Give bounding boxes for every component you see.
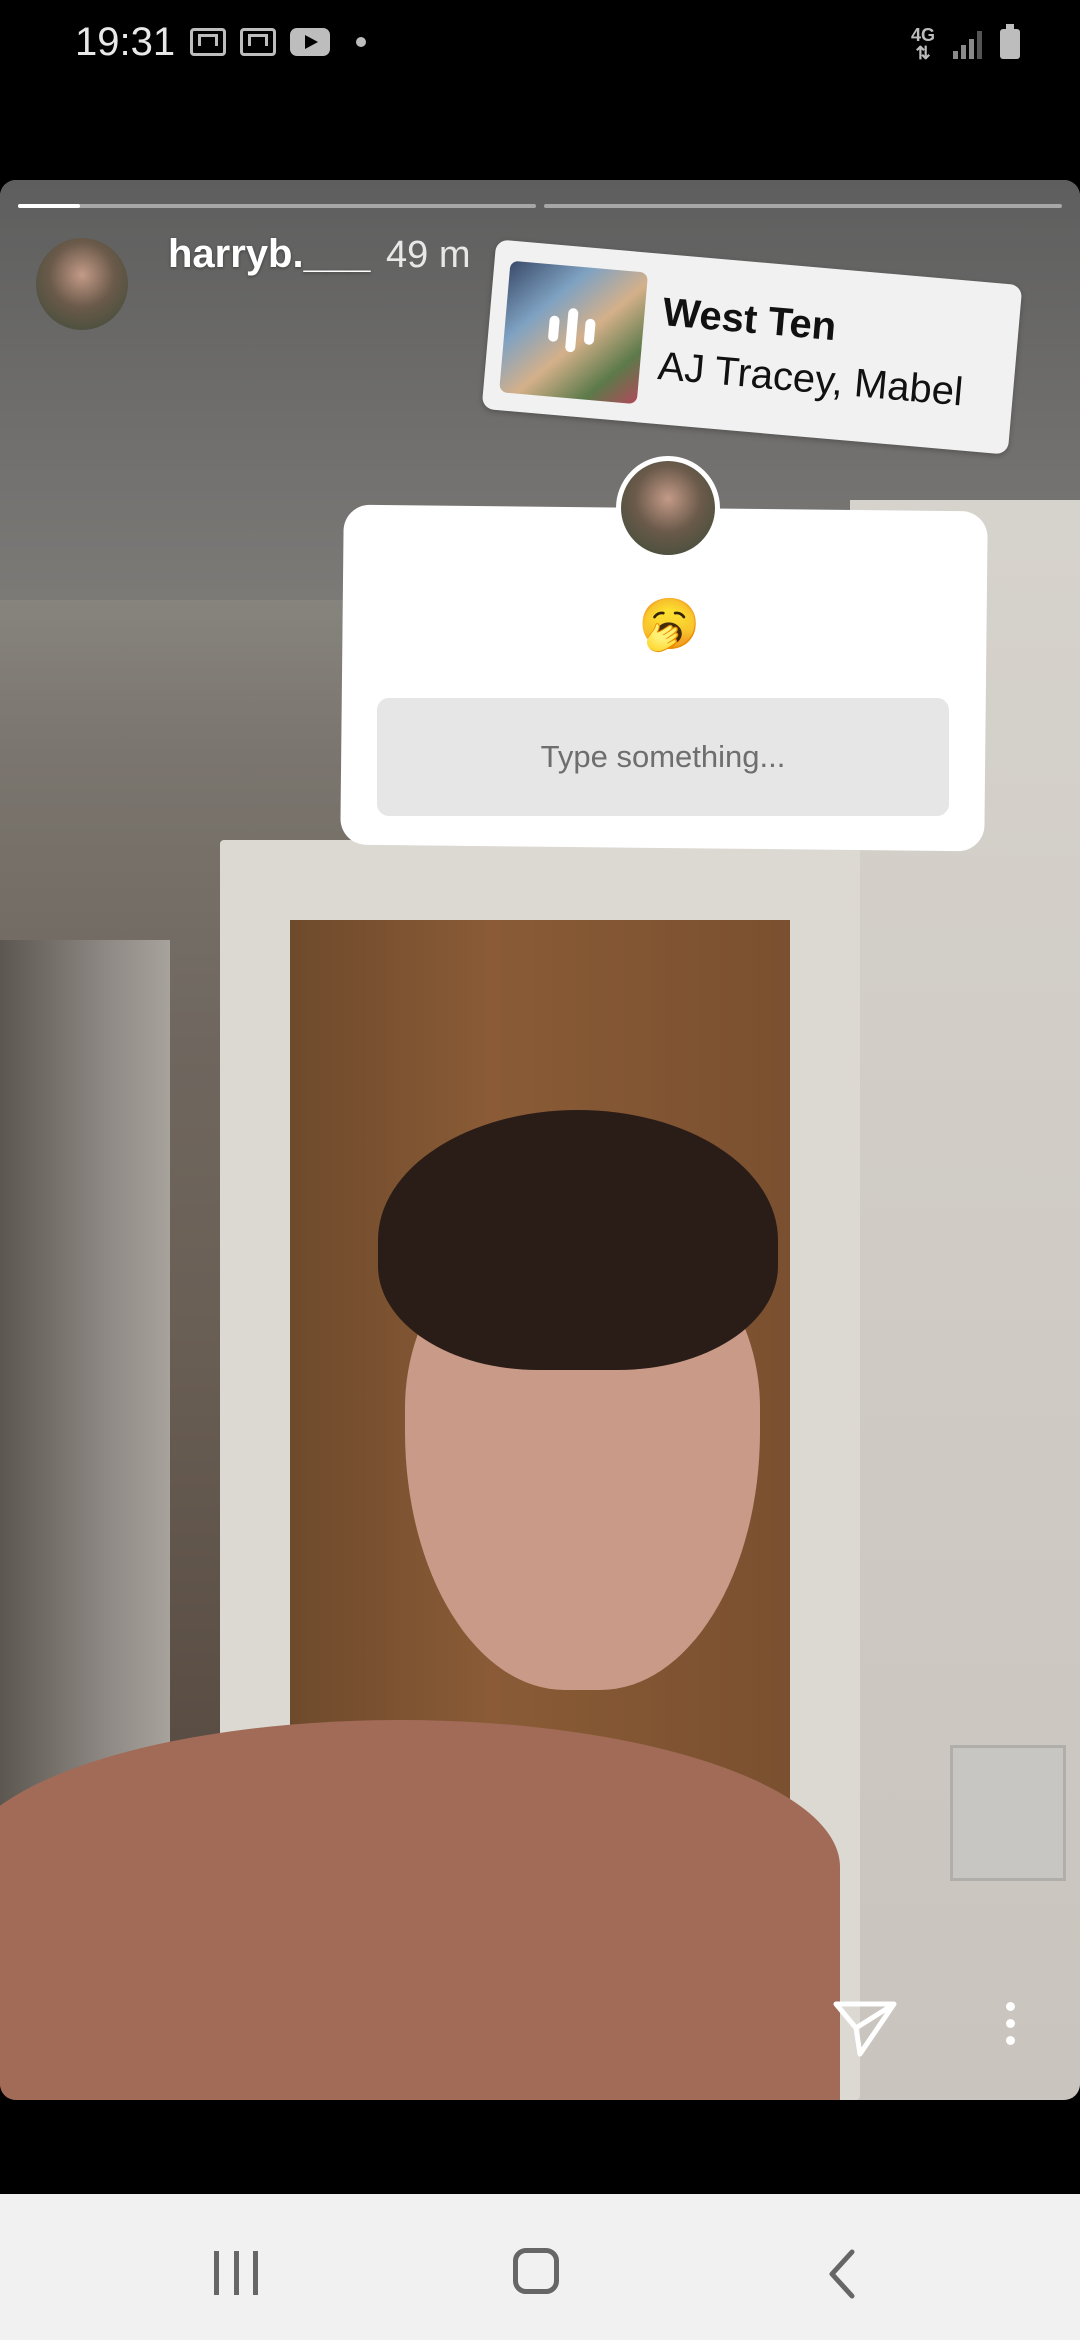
- story-media[interactable]: [0, 180, 1080, 2100]
- story-progress-fill: [18, 204, 81, 208]
- story-photo-light-switch: [950, 1745, 1066, 1881]
- status-time: 19:31: [75, 20, 176, 64]
- recent-apps-icon[interactable]: [214, 2251, 258, 2295]
- gmail-icon: [240, 28, 276, 56]
- youtube-icon: [290, 28, 330, 56]
- story-time-ago: 49 m: [386, 234, 471, 276]
- track-title: West Ten: [660, 290, 839, 350]
- battery-icon: [1000, 24, 1020, 59]
- network-type: 4G ⇅: [910, 25, 935, 63]
- question-answer-field[interactable]: Type something...: [377, 698, 949, 816]
- send-icon[interactable]: [832, 1998, 898, 2058]
- story-photo-person: [378, 1110, 778, 1370]
- signal-icon: [953, 29, 982, 59]
- username[interactable]: harryb.___: [168, 232, 370, 277]
- album-art: [499, 260, 649, 405]
- question-sticker-avatar: [616, 456, 720, 560]
- audio-bars-icon: [547, 306, 597, 354]
- status-notification-icons: [190, 28, 366, 56]
- track-artist: AJ Tracey, Mabel: [656, 343, 965, 415]
- story-photo-person: [0, 1720, 840, 2100]
- story-progress-bar: [18, 204, 536, 208]
- back-icon[interactable]: [822, 2248, 862, 2300]
- profile-avatar[interactable]: [36, 238, 128, 330]
- home-icon[interactable]: [513, 2248, 559, 2294]
- more-options-icon[interactable]: [1000, 2002, 1020, 2054]
- status-system-icons: 4G ⇅: [910, 24, 1020, 63]
- notification-dot-icon: [356, 37, 366, 47]
- status-bar: 19:31 4G ⇅: [0, 0, 1080, 90]
- yawning-face-emoji: 🥱: [638, 596, 701, 652]
- gmail-icon: [190, 28, 226, 56]
- story-progress-bar: [544, 204, 1062, 208]
